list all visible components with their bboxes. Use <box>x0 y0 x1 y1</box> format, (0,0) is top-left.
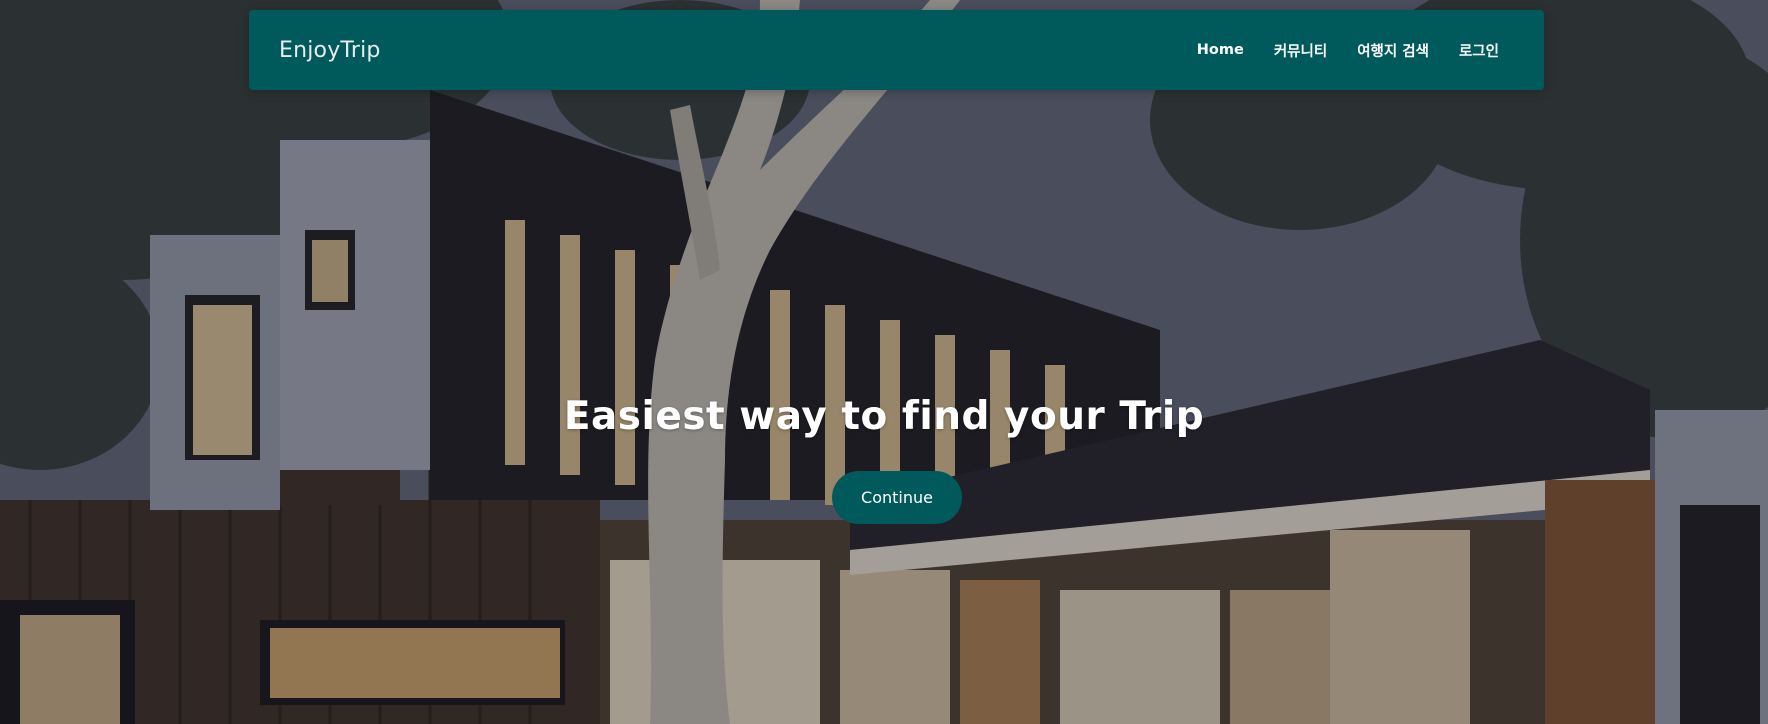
nav-item-login[interactable]: 로그인 <box>1444 32 1514 69</box>
hero-section: EnjoyTrip Home 커뮤니티 여행지 검색 로그인 Easiest w… <box>0 0 1768 724</box>
continue-button[interactable]: Continue <box>832 471 962 524</box>
nav-menu: Home 커뮤니티 여행지 검색 로그인 <box>1182 32 1514 69</box>
top-navbar: EnjoyTrip Home 커뮤니티 여행지 검색 로그인 <box>249 10 1544 90</box>
hero-headline: Easiest way to find your Trip <box>563 394 1205 439</box>
brand-logo[interactable]: EnjoyTrip <box>279 38 381 63</box>
nav-item-destination-search[interactable]: 여행지 검색 <box>1342 32 1444 69</box>
nav-item-community[interactable]: 커뮤니티 <box>1259 32 1342 69</box>
image-darken-overlay <box>0 0 1768 724</box>
nav-item-home[interactable]: Home <box>1182 34 1259 66</box>
